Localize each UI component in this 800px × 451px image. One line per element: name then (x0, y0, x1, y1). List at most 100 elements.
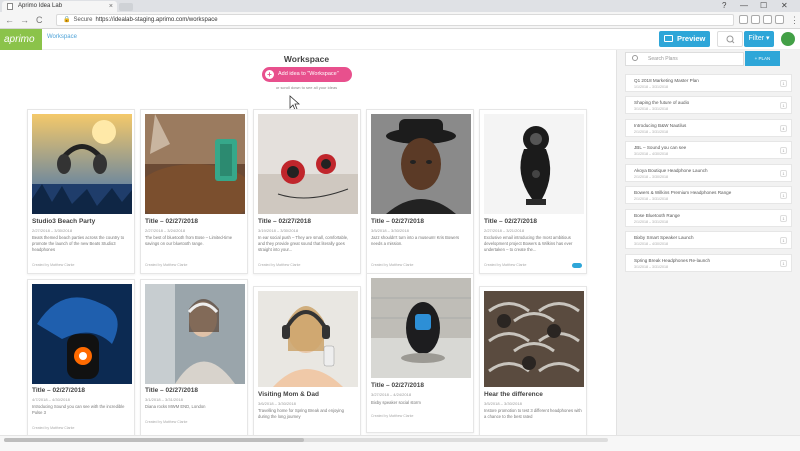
card-date: 3/5/2018 – 3/30/2018 (484, 401, 522, 406)
url-text: https://idealab-staging.aprimo.com/works… (95, 17, 218, 23)
page-icon (7, 3, 13, 10)
search-plans-placeholder: Search Plans (648, 56, 678, 62)
idea-card[interactable]: Visiting Mom & Dad 3/6/2018 – 3/30/2018 … (253, 286, 361, 435)
card-author: Created by Matthew Clarke (32, 426, 75, 430)
card-author: Created by Matthew Clarke (371, 414, 414, 418)
status-toggle[interactable] (572, 263, 582, 268)
plan-item[interactable]: JBL – Sound you can see 3/1/2018 – 4/30/… (625, 141, 792, 159)
card-text: Instore promotion to test 3 different he… (484, 408, 582, 419)
plan-item[interactable]: Shaping the future of audio 3/1/2018 – 3… (625, 96, 792, 114)
card-author: Created by Matthew Clarke (145, 420, 188, 424)
card-date: 2/27/2018 – 3/24/2018 (145, 228, 186, 233)
plan-count: 1 (780, 215, 787, 222)
card-title: Title – 02/27/2018 (32, 387, 86, 394)
forward-icon[interactable]: → (20, 14, 29, 26)
plan-item[interactable]: Spring Break Headphones Re-launch 3/1/20… (625, 254, 792, 272)
new-tab-button[interactable] (119, 3, 133, 11)
minimize-icon[interactable]: — (740, 0, 748, 11)
preview-label: Preview (677, 34, 706, 43)
card-author: Created by Matthew Clarke (145, 263, 188, 267)
back-icon[interactable]: ← (5, 14, 14, 26)
card-date: 3/5/2018 – 3/30/2018 (371, 228, 409, 233)
url-field[interactable]: 🔒 Secure https://idealab-staging.aprimo.co… (56, 14, 734, 26)
plan-dates: 1/1/2018 – 3/31/2018 (634, 85, 668, 89)
card-date: 3/27/2018 – 4/24/2018 (371, 392, 412, 397)
add-idea-button[interactable]: + Add idea to "Workspace" (262, 67, 352, 82)
filter-button[interactable]: Filter ▾ (744, 31, 774, 47)
idea-image (32, 114, 132, 214)
idea-card[interactable]: Title – 02/27/2018 2/27/2018 – 3/24/2018… (140, 109, 248, 274)
idea-card[interactable]: Title – 02/27/2018 2/27/2018 – 3/21/2018… (479, 109, 587, 274)
plan-name: Q1 2018 Marketing Master Plan (634, 78, 699, 83)
account-icon[interactable]: ? (722, 0, 726, 11)
tab-title: Aprimo Idea Lab (18, 3, 63, 9)
search-icon (632, 55, 638, 61)
plan-dates: 3/1/2018 – 3/31/2018 (634, 265, 668, 269)
search-plans-input[interactable]: Search Plans (625, 52, 744, 66)
preview-button[interactable]: Preview (659, 31, 710, 47)
idea-image (258, 291, 358, 387)
user-avatar[interactable] (781, 32, 795, 46)
idea-card[interactable]: Title – 02/27/2018 3/5/2018 – 3/30/2018 … (366, 109, 474, 274)
card-title: Title – 02/27/2018 (371, 382, 425, 389)
browser-tab[interactable]: Aprimo Idea Lab × (2, 1, 117, 12)
idea-card[interactable]: Title – 02/27/2018 3/27/2018 – 4/24/2018… (366, 273, 474, 433)
plan-dates: 3/1/2018 – 4/30/2018 (634, 242, 668, 246)
plan-item[interactable]: Introducing B&W Nautilus 2/1/2018 – 3/31… (625, 119, 792, 137)
maximize-icon[interactable]: ☐ (760, 0, 767, 11)
plus-icon: + (265, 70, 274, 79)
card-text: Beats themed beach parties across the co… (32, 235, 125, 252)
extension-icon[interactable] (751, 15, 760, 24)
horizontal-scrollbar[interactable] (0, 435, 800, 451)
card-text: Diana rocks MWM END, London (145, 404, 206, 409)
address-bar-row: ← → C 🔒 Secure https://idealab-staging.apr… (0, 12, 800, 29)
plan-count: 1 (780, 147, 787, 154)
idea-image (484, 114, 584, 214)
close-tab-icon[interactable]: × (109, 1, 113, 12)
card-author: Created by Matthew Clarke (32, 263, 75, 267)
plan-name: Bowers & Wilkins Premium Headphones Rang… (634, 190, 732, 195)
card-title: Studio3 Beach Party (32, 218, 96, 225)
card-text: Travelling home for Spring Break and enj… (258, 408, 344, 419)
card-date: 3/1/2018 – 3/31/2018 (145, 397, 183, 402)
idea-card[interactable]: Title – 02/27/2018 4/7/2018 – 4/30/2018 … (27, 279, 135, 435)
add-idea-label: Add idea to "Workspace" (278, 71, 339, 77)
browser-tab-bar: Aprimo Idea Lab × ? — ☐ ✕ (0, 0, 800, 12)
card-text: Bixby speaker social storm (371, 400, 421, 405)
plan-count: 1 (780, 237, 787, 244)
idea-card[interactable]: Studio3 Beach Party 2/27/2018 – 3/30/201… (27, 109, 135, 274)
add-plan-button[interactable]: + PLAN (745, 51, 780, 66)
idea-card[interactable]: Title – 02/27/2018 3/1/2018 – 3/31/2018 … (140, 279, 248, 435)
aprimo-logo[interactable]: aprimo (0, 29, 42, 50)
search-button[interactable] (717, 31, 743, 47)
plan-dates: 2/1/2018 – 3/31/2018 (634, 197, 668, 201)
plan-item[interactable]: Akoya Boutique Headphone Launch 2/1/2018… (625, 164, 792, 182)
plan-item[interactable]: Q1 2018 Marketing Master Plan 1/1/2018 –… (625, 74, 792, 92)
extension-icon[interactable] (763, 15, 772, 24)
page-title: Workspace (283, 54, 330, 64)
bookmark-icon[interactable] (739, 15, 748, 24)
plan-item[interactable]: Bose Bluetooth Range 2/1/2018 – 3/31/201… (625, 209, 792, 227)
plans-panel: Search Plans + PLAN Q1 2018 Marketing Ma… (616, 50, 800, 435)
plan-item[interactable]: Bixby Smart Speaker Launch 3/1/2018 – 4/… (625, 231, 792, 249)
reload-icon[interactable]: C (36, 14, 43, 26)
plan-dates: 2/1/2018 – 3/31/2018 (634, 220, 668, 224)
extension-icon[interactable] (775, 15, 784, 24)
plan-name: Akoya Boutique Headphone Launch (634, 168, 708, 173)
plan-name: Bixby Smart Speaker Launch (634, 235, 694, 240)
idea-image (371, 278, 471, 378)
card-author: Created by Matthew Clarke (484, 263, 527, 267)
breadcrumb-workspace[interactable]: Workspace (47, 34, 77, 40)
idea-card[interactable]: Hear the difference 3/5/2018 – 3/30/2018… (479, 286, 587, 435)
card-title: Title – 02/27/2018 (484, 218, 538, 225)
card-text: Introducing Sound you can see with the i… (32, 404, 125, 415)
scroll-thumb[interactable] (4, 438, 304, 442)
idea-image (484, 291, 584, 387)
plan-item[interactable]: Bowers & Wilkins Premium Headphones Rang… (625, 186, 792, 204)
card-date: 3/6/2018 – 3/30/2018 (258, 401, 296, 406)
close-window-icon[interactable]: ✕ (781, 0, 788, 11)
menu-icon[interactable]: ⋮ (790, 14, 799, 26)
plan-name: Spring Break Headphones Re-launch (634, 258, 711, 263)
plan-count: 1 (780, 80, 787, 87)
idea-card[interactable]: Title – 02/27/2018 3/19/2018 – 3/30/2018… (253, 109, 361, 274)
